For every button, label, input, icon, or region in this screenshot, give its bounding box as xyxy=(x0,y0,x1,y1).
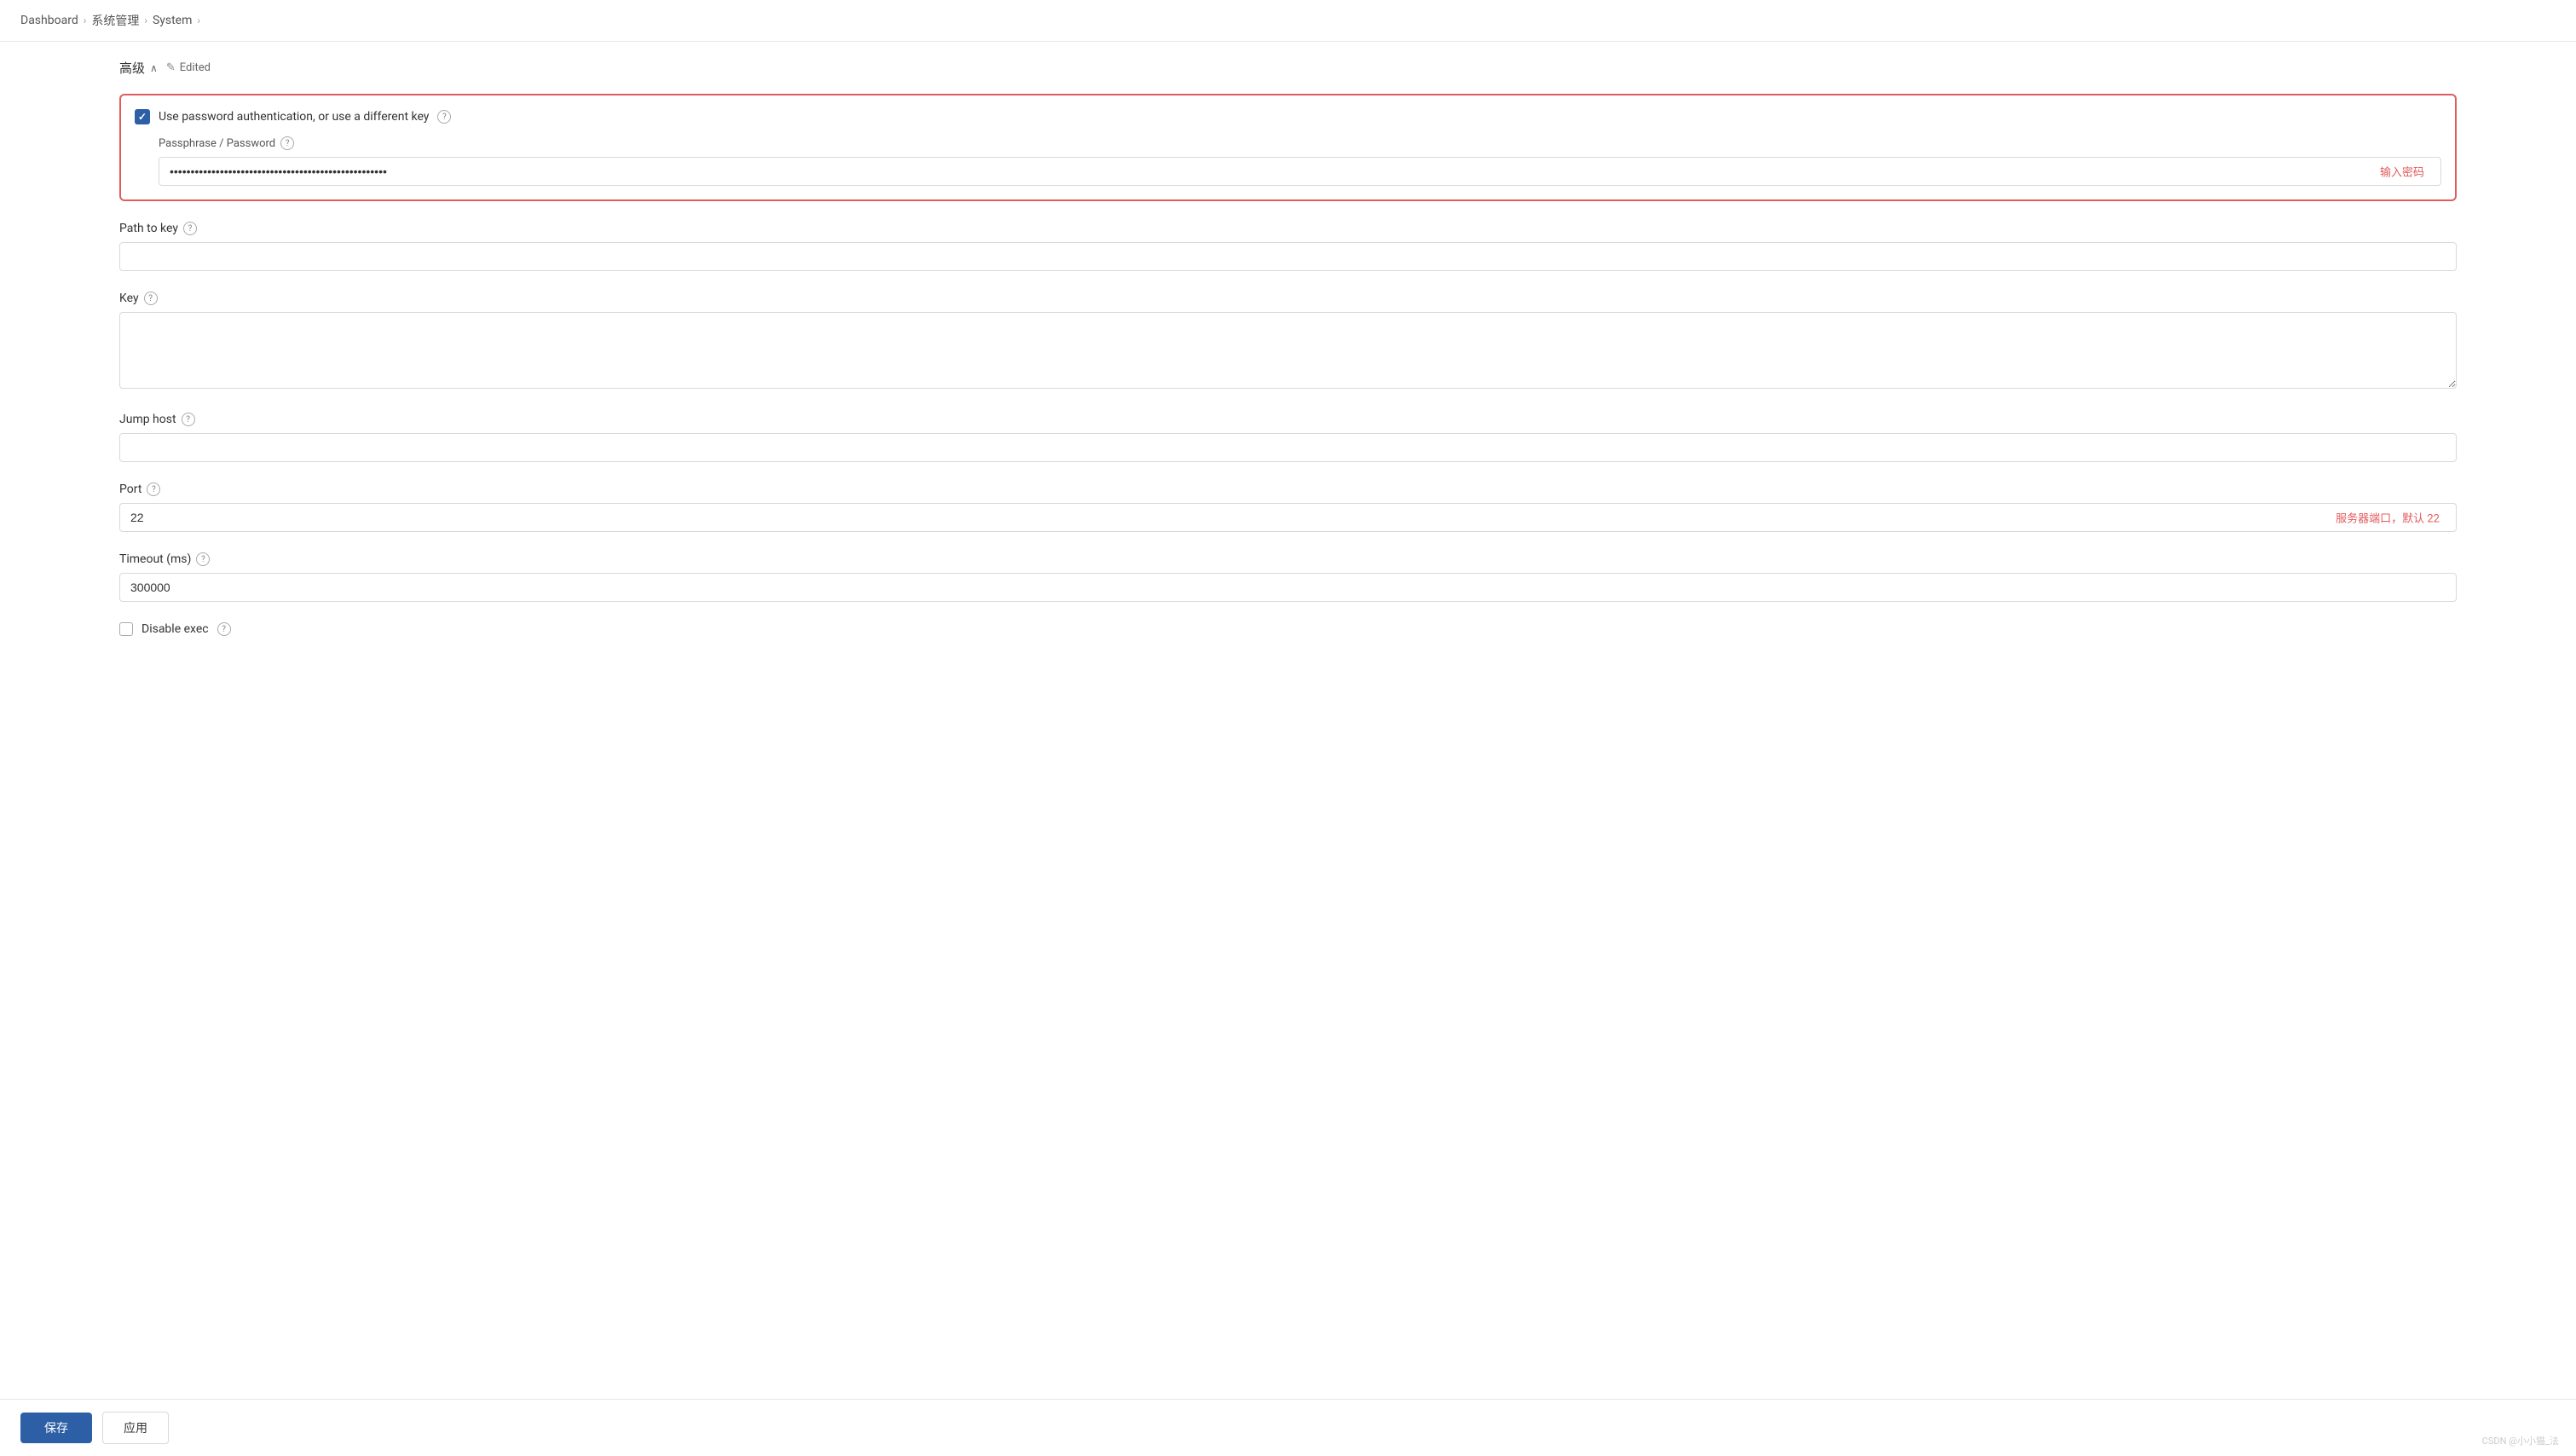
breadcrumb: Dashboard › 系统管理 › System › xyxy=(0,0,2576,42)
section-title-text: 高级 xyxy=(119,59,145,77)
breadcrumb-system[interactable]: System xyxy=(153,14,192,27)
breadcrumb-sep-2: › xyxy=(144,14,147,26)
passphrase-help-icon[interactable]: ? xyxy=(280,136,294,150)
breadcrumb-dashboard[interactable]: Dashboard xyxy=(20,14,78,27)
jump-host-help-icon[interactable]: ? xyxy=(182,413,195,426)
timeout-label-text: Timeout (ms) xyxy=(119,552,191,566)
passphrase-label-text: Passphrase / Password xyxy=(159,137,275,150)
key-field: Key ? xyxy=(119,292,2457,392)
password-auth-help-icon[interactable]: ? xyxy=(437,110,451,124)
port-input[interactable] xyxy=(119,503,2457,532)
disable-exec-row: Disable exec ? xyxy=(119,622,2457,636)
timeout-input[interactable] xyxy=(119,573,2457,602)
timeout-label: Timeout (ms) ? xyxy=(119,552,2457,566)
breadcrumb-sep-1: › xyxy=(84,14,87,26)
disable-exec-checkbox[interactable] xyxy=(119,622,133,636)
port-field: Port ? 服务器端口，默认 22 xyxy=(119,482,2457,532)
key-label: Key ? xyxy=(119,292,2457,305)
apply-button[interactable]: 应用 xyxy=(102,1412,169,1444)
password-auth-checkbox-row: Use password authentication, or use a di… xyxy=(135,109,2441,124)
passphrase-input[interactable] xyxy=(159,157,2441,186)
password-auth-checkbox[interactable] xyxy=(135,109,150,124)
breadcrumb-system-mgmt[interactable]: 系统管理 xyxy=(91,12,139,29)
content-area: 高级 ∧ ✎ Edited Use password authenticatio… xyxy=(0,42,2576,725)
port-label-text: Port xyxy=(119,482,142,496)
password-auth-section: Use password authentication, or use a di… xyxy=(119,94,2457,201)
timeout-field: Timeout (ms) ? xyxy=(119,552,2457,602)
timeout-help-icon[interactable]: ? xyxy=(196,552,210,566)
jump-host-label: Jump host ? xyxy=(119,413,2457,426)
edited-badge: ✎ Edited xyxy=(166,61,211,74)
disable-exec-help-icon[interactable]: ? xyxy=(217,622,231,636)
watermark: CSDN @小小猫_法 xyxy=(2482,1434,2559,1447)
section-title[interactable]: 高级 ∧ xyxy=(119,59,158,77)
path-to-key-input[interactable] xyxy=(119,242,2457,271)
disable-exec-label: Disable exec xyxy=(142,622,209,636)
jump-host-input[interactable] xyxy=(119,433,2457,462)
key-textarea[interactable] xyxy=(119,312,2457,389)
disable-exec-field: Disable exec ? xyxy=(119,622,2457,636)
section-header: 高级 ∧ ✎ Edited xyxy=(119,59,2457,77)
path-to-key-help-icon[interactable]: ? xyxy=(183,222,197,235)
port-label: Port ? xyxy=(119,482,2457,496)
port-help-icon[interactable]: ? xyxy=(147,482,160,496)
password-auth-label: Use password authentication, or use a di… xyxy=(159,110,429,124)
save-button[interactable]: 保存 xyxy=(20,1413,92,1443)
chevron-up-icon: ∧ xyxy=(150,62,158,74)
key-help-icon[interactable]: ? xyxy=(144,292,158,305)
edited-label: Edited xyxy=(180,61,211,74)
password-input-wrapper: 输入密码 xyxy=(159,157,2441,186)
path-to-key-label: Path to key ? xyxy=(119,222,2457,235)
pencil-icon: ✎ xyxy=(166,61,176,74)
path-to-key-label-text: Path to key xyxy=(119,222,178,235)
breadcrumb-sep-3: › xyxy=(197,14,200,26)
page-container: Dashboard › 系统管理 › System › 高级 ∧ ✎ Edite… xyxy=(0,0,2576,1456)
jump-host-label-text: Jump host xyxy=(119,413,176,426)
path-to-key-field: Path to key ? xyxy=(119,222,2457,271)
jump-host-field: Jump host ? xyxy=(119,413,2457,462)
port-input-wrapper: 服务器端口，默认 22 xyxy=(119,503,2457,532)
key-label-text: Key xyxy=(119,292,139,305)
footer-bar: 保存 应用 xyxy=(0,1399,2576,1456)
passphrase-label: Passphrase / Password ? xyxy=(159,136,2441,150)
passphrase-section: Passphrase / Password ? 输入密码 xyxy=(135,136,2441,186)
